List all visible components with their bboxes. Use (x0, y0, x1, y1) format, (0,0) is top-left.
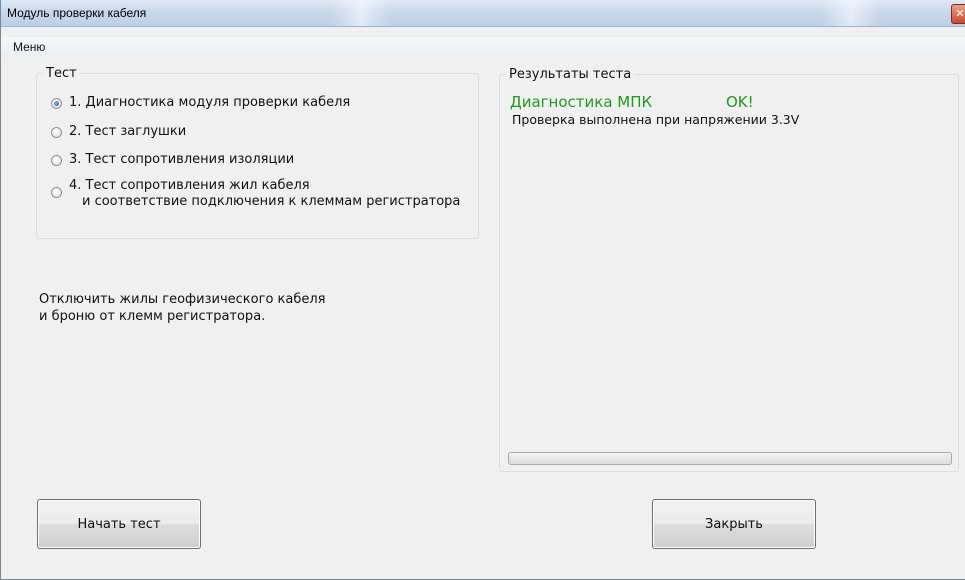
radio-button[interactable] (51, 127, 62, 138)
instruction-text: Отключить жилы геофизического кабеля и б… (39, 291, 326, 325)
test-option-label: 3. Тест сопротивления изоляции (69, 152, 295, 167)
results-group-legend: Результаты теста (506, 67, 635, 82)
instruction-line1: Отключить жилы геофизического кабеля (39, 292, 326, 307)
test-option-label: 4. Тест сопротивления жил кабеля и соотв… (69, 178, 460, 210)
menu-item-menu[interactable]: Меню (9, 40, 49, 54)
test-option-1[interactable]: 1. Диагностика модуля проверки кабеля (51, 95, 350, 110)
test-group-legend: Тест (43, 66, 80, 81)
result-status: OK! (726, 93, 754, 111)
radio-button-selected[interactable] (51, 98, 62, 109)
progress-bar (508, 452, 952, 465)
results-groupbox: Результаты теста Диагностика МПК OK! Про… (499, 67, 959, 472)
test-option-2[interactable]: 2. Тест заглушки (51, 124, 186, 139)
test-option-label: 1. Диагностика модуля проверки кабеля (69, 95, 351, 110)
title-bar-glare (821, 0, 881, 26)
test-option-label-line2: и соответствие подключения к клеммам рег… (82, 194, 461, 209)
app-window: Модуль проверки кабеля ✕ Меню Тест 1. Ди… (0, 0, 965, 580)
test-option-label: 2. Тест заглушки (69, 124, 187, 139)
result-note: Проверка выполнена при напряжении 3.3V (512, 112, 800, 127)
close-window-icon[interactable]: ✕ (951, 4, 965, 24)
start-test-button[interactable]: Начать тест (37, 499, 201, 549)
result-test-name: Диагностика МПК (510, 93, 653, 111)
title-bar[interactable]: Модуль проверки кабеля ✕ (1, 0, 965, 27)
test-option-label-line1: 4. Тест сопротивления жил кабеля (69, 178, 310, 193)
radio-button[interactable] (51, 187, 62, 198)
radio-button[interactable] (51, 155, 62, 166)
menu-bar: Меню (1, 37, 965, 57)
title-bar-glare (331, 0, 391, 26)
instruction-line2: и броню от клемм регистратора. (39, 309, 266, 324)
test-option-3[interactable]: 3. Тест сопротивления изоляции (51, 152, 294, 167)
close-button[interactable]: Закрыть (652, 499, 816, 549)
window-title: Модуль проверки кабеля (7, 6, 147, 20)
test-option-4[interactable]: 4. Тест сопротивления жил кабеля и соотв… (51, 178, 460, 210)
test-groupbox: Тест 1. Диагностика модуля проверки кабе… (36, 66, 479, 239)
